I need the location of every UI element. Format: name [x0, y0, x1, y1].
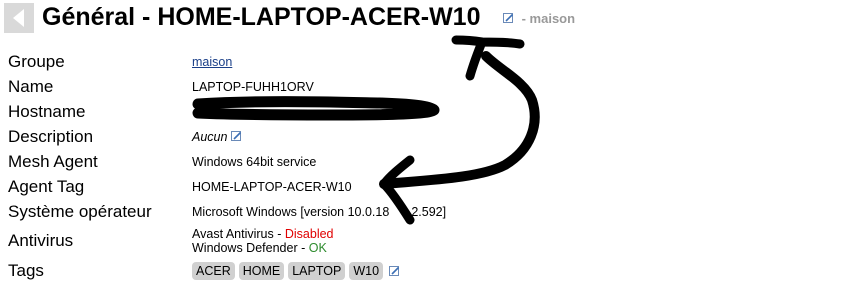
tags-label: Tags [8, 261, 44, 280]
redaction-scribble [192, 96, 440, 121]
pencil-edit-icon[interactable] [503, 13, 514, 24]
antivirus-label: Antivirus [8, 231, 74, 250]
name-label: Name [8, 77, 54, 96]
annotation-overlay [192, 35, 540, 225]
agent-tag-value: HOME-LAPTOP-ACER-W10 [192, 180, 352, 194]
tag-chip[interactable]: ACER [192, 262, 235, 280]
antivirus-item: Avast Antivirus - Disabled [192, 227, 334, 241]
page-header: Général - HOME-LAPTOP-ACER-W10 - maison [0, 0, 866, 36]
title-group-info: - maison [503, 11, 575, 27]
groupe-link[interactable]: maison [192, 54, 232, 70]
back-arrow-icon [13, 9, 24, 27]
back-button[interactable] [4, 3, 34, 33]
antivirus-list: Avast Antivirus - Disabled Windows Defen… [192, 227, 334, 255]
annotation-arrow-curve [379, 51, 540, 189]
description-value: Aucun [192, 130, 228, 144]
tags-list: ACER HOME LAPTOP W10 [192, 262, 400, 280]
description-value-wrap: Aucun [192, 129, 242, 145]
os-value-tail: 2.592] [411, 205, 447, 219]
antivirus-status: Disabled [284, 227, 334, 241]
antivirus-separator: - [297, 241, 309, 255]
title-group-suffix: - maison [518, 11, 576, 26]
os-value-wrap: Microsoft Windows [version 10.0.18 2.592] [192, 204, 446, 220]
arrow-head-up-icon [451, 35, 525, 81]
antivirus-item: Windows Defender - OK [192, 241, 334, 255]
tag-chip[interactable]: W10 [349, 262, 384, 280]
os-label: Système opérateur [8, 202, 152, 221]
agent-tag-label: Agent Tag [8, 177, 85, 196]
page-title: Général - HOME-LAPTOP-ACER-W10 [42, 3, 481, 31]
tag-chip[interactable]: LAPTOP [288, 262, 346, 280]
antivirus-status: OK [308, 241, 327, 255]
os-value: Microsoft Windows [version 10.0.18 [192, 205, 390, 219]
groupe-label: Groupe [8, 52, 65, 71]
name-value: LAPTOP-FUHH1ORV [192, 80, 314, 94]
mesh-agent-value: Windows 64bit service [192, 155, 317, 169]
hostname-label: Hostname [8, 102, 86, 121]
pencil-edit-icon[interactable] [389, 265, 400, 277]
mesh-agent-label: Mesh Agent [8, 152, 98, 171]
antivirus-name: Avast Antivirus [192, 227, 274, 241]
pencil-edit-icon[interactable] [230, 131, 242, 142]
antivirus-name: Windows Defender [192, 241, 298, 255]
antivirus-separator: - [273, 227, 285, 241]
description-label: Description [8, 127, 94, 146]
tag-chip[interactable]: HOME [238, 262, 285, 280]
